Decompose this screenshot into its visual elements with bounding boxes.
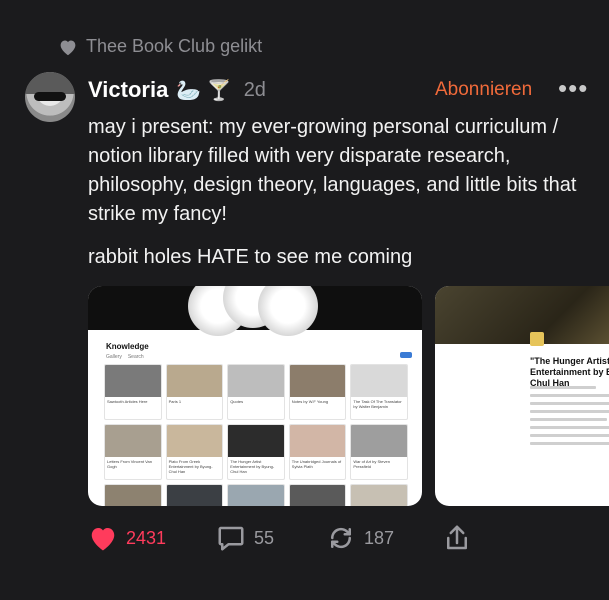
tile-caption: The Task Of The Translator by Walter Ben… <box>353 399 402 409</box>
tile-image <box>105 365 161 397</box>
post-paragraph: may i present: my ever-growing personal … <box>88 116 577 225</box>
tile-caption: Paris 1 <box>168 399 182 404</box>
avatar-sunglasses <box>34 92 66 101</box>
gallery-tile <box>288 484 347 506</box>
gallery-tile <box>227 484 285 506</box>
tile-image <box>228 485 284 506</box>
gallery-tile: Plato From Greek Entertainment by Byung-… <box>165 424 224 480</box>
gallery-tile: Notes by W.F Young <box>288 364 347 420</box>
username-emojis: 🦢 🍸 <box>176 79 232 102</box>
post-timestamp: 2d <box>243 78 266 101</box>
notion-tabs: Gallery Search <box>106 354 144 360</box>
media-card-knowledge[interactable]: Knowledge Gallery Search Sawtooth Articl… <box>88 286 422 506</box>
post-body: may i present: my ever-growing personal … <box>88 113 598 272</box>
tile-image <box>289 425 346 457</box>
gallery-tile: The Unabridged Journals of Sylvia Plath <box>288 424 347 480</box>
page-text-lines <box>530 386 609 450</box>
avatar-hair <box>25 72 75 94</box>
gallery-tile <box>350 484 408 506</box>
heart-filled-icon <box>91 528 115 551</box>
liked-by-text: Thee Book Club gelikt <box>86 36 263 56</box>
tile-image <box>166 365 223 397</box>
heart-icon <box>60 39 76 55</box>
tile-caption: Sawtooth Articles Here <box>107 399 148 404</box>
tab-search: Search <box>127 354 144 360</box>
tile-image <box>289 365 346 397</box>
comment-button[interactable]: 55 <box>216 524 274 552</box>
notion-page-title: Knowledge <box>106 342 149 351</box>
tab-gallery: Gallery <box>106 354 122 360</box>
gallery-tile: Paris 1 <box>165 364 224 420</box>
tile-caption: War of Art by Steven Pressfield <box>353 459 390 469</box>
tile-caption: Quotes <box>230 399 244 404</box>
more-options-button[interactable]: ••• <box>558 74 588 102</box>
tile-image <box>289 485 346 506</box>
flower-banner-image <box>88 286 422 336</box>
tile-image <box>228 425 284 457</box>
tile-caption: The Unabridged Journals of Sylvia Plath <box>291 459 342 469</box>
tile-image <box>166 425 223 457</box>
liked-by-row[interactable]: Thee Book Club gelikt <box>58 36 262 57</box>
tile-image <box>166 485 223 506</box>
media-card-hunger-artist[interactable]: "The Hunger Artist" from Entertainment b… <box>435 286 609 506</box>
tile-caption: Plato From Greek Entertainment by Byung-… <box>168 459 213 473</box>
repost-button[interactable]: 187 <box>326 524 394 552</box>
follow-button[interactable]: Abonnieren <box>435 74 532 106</box>
tile-caption: Letters From Vincent Van Gogh <box>107 459 152 469</box>
speech-bubble-icon <box>218 526 244 551</box>
media-carousel[interactable]: Knowledge Gallery Search Sawtooth Articl… <box>88 286 609 506</box>
post-actions: 2431 55 187 <box>88 520 589 556</box>
repost-count: 187 <box>364 527 395 548</box>
share-icon <box>447 525 467 550</box>
tile-image <box>228 365 284 397</box>
gallery-tile: The Task Of The Translator by Walter Ben… <box>350 364 408 420</box>
page-icon <box>530 332 544 346</box>
painting-banner-image <box>435 286 609 344</box>
like-count: 2431 <box>126 527 167 548</box>
tile-image <box>105 425 161 457</box>
gallery-grid: Sawtooth Articles Here Paris 1 Quotes No… <box>104 364 408 506</box>
gallery-tile: War of Art by Steven Pressfield <box>350 424 408 480</box>
tile-caption: The Hunger Artist Entertainment by Byung… <box>230 459 275 473</box>
tile-image <box>351 485 407 506</box>
repost-icon <box>330 527 352 549</box>
gallery-tile: Sawtooth Articles Here <box>104 364 162 420</box>
avatar[interactable] <box>25 72 75 122</box>
gallery-tile: Quotes <box>227 364 285 420</box>
gallery-tile <box>104 484 162 506</box>
gallery-tile: Letters From Vincent Van Gogh <box>104 424 162 480</box>
gallery-tile: The Hunger Artist Entertainment by Byung… <box>227 424 285 480</box>
share-button[interactable] <box>442 524 472 552</box>
comment-count: 55 <box>254 527 275 548</box>
tile-image <box>351 425 407 457</box>
gallery-tile <box>165 484 224 506</box>
notion-page-heading: "The Hunger Artist" from Entertainment b… <box>530 356 609 388</box>
new-button <box>400 352 412 358</box>
username[interactable]: Victoria <box>88 77 168 103</box>
like-button[interactable]: 2431 <box>88 524 166 552</box>
tile-image <box>105 485 161 506</box>
tile-image <box>351 365 407 397</box>
tile-caption: Notes by W.F Young <box>291 399 329 404</box>
post-paragraph: rabbit holes HATE to see me coming <box>88 246 413 268</box>
post-header: Victoria 🦢 🍸 2d Abonnieren ••• <box>88 74 589 106</box>
